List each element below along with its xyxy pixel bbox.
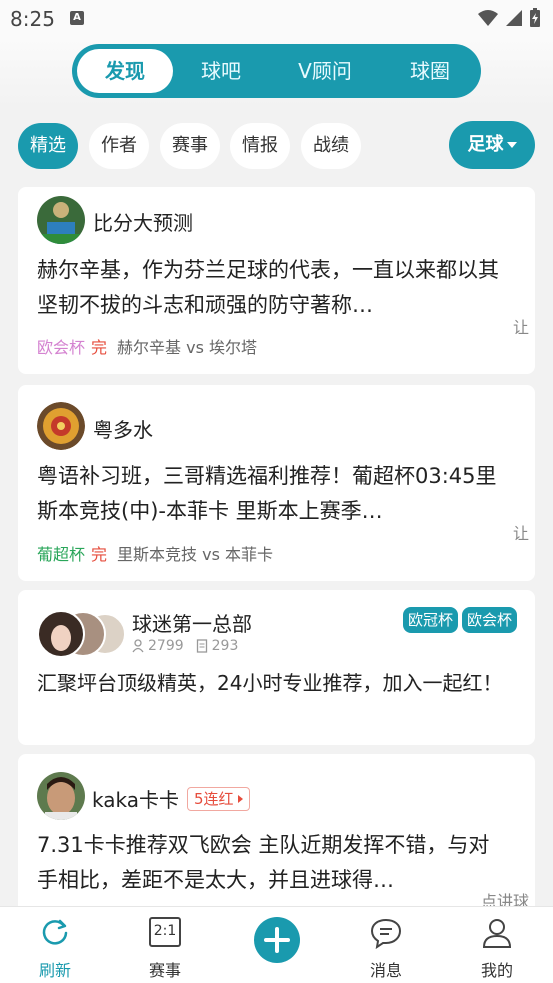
feed-card[interactable]: 比分大预测 赫尔辛基，作为芬兰足球的代表，一直以来都以其坚韧不拔的斗志和顽强的防… bbox=[18, 187, 535, 374]
plus-icon bbox=[264, 927, 290, 953]
tab-circle[interactable]: 球圈 bbox=[385, 44, 475, 98]
person-icon bbox=[482, 919, 512, 948]
nav-profile[interactable]: 我的 bbox=[442, 907, 552, 983]
author-name[interactable]: 粤多水 bbox=[93, 414, 153, 443]
feed-card[interactable]: 粤多水 粤语补习班，三哥精选福利推荐！葡超杯03:45里斯本竞技(中)-本菲卡 … bbox=[18, 385, 535, 581]
triangle-right-icon bbox=[238, 795, 244, 803]
nav-refresh-label: 刷新 bbox=[38, 961, 71, 980]
sport-selector-label: 足球 bbox=[467, 134, 504, 155]
status-time: 8:25 bbox=[10, 7, 55, 31]
refresh-icon bbox=[42, 919, 68, 945]
post-title[interactable]: 7.31卡卡推荐双飞欧会 主队近期发挥不错，与对手相比，差距不是太大，并且进球得… bbox=[37, 828, 507, 898]
top-tab-bar: 发现 球吧 V顾问 球圈 bbox=[72, 44, 481, 98]
nav-profile-label: 我的 bbox=[480, 961, 513, 980]
filter-featured[interactable]: 精选 bbox=[18, 123, 78, 169]
fans-count: 2799 bbox=[148, 638, 184, 654]
nav-matches[interactable]: 2:1 赛事 bbox=[110, 907, 220, 983]
status-bar: 8:25 A bbox=[0, 0, 553, 38]
status-icons bbox=[477, 8, 541, 28]
user-icon bbox=[132, 639, 144, 653]
sport-selector-button[interactable]: 足球 bbox=[449, 121, 535, 169]
tab-forum[interactable]: 球吧 bbox=[176, 44, 266, 98]
author-name[interactable]: kaka卡卡 bbox=[92, 784, 179, 813]
chat-bubble-icon bbox=[370, 918, 402, 949]
caret-down-icon bbox=[506, 142, 517, 148]
group-stats: 2799 293 bbox=[132, 638, 238, 654]
document-icon bbox=[196, 639, 207, 653]
match-teams: 里斯本竞技 vs 本菲卡 bbox=[117, 545, 274, 564]
nav-messages-label: 消息 bbox=[369, 961, 402, 980]
posts-count: 293 bbox=[211, 638, 239, 654]
feed-card[interactable]: 球迷第一总部 2799 293 欧冠杯 欧会杯 汇聚坪台顶级精英，24小时专业推荐… bbox=[18, 590, 535, 745]
notification-app-icon: A bbox=[70, 11, 84, 25]
match-state: 完 bbox=[91, 338, 108, 357]
post-title[interactable]: 赫尔辛基，作为芬兰足球的代表，一直以来都以其坚韧不拔的斗志和顽强的防守著称… bbox=[37, 253, 507, 323]
league-tags: 欧冠杯 欧会杯 bbox=[399, 607, 517, 633]
league-tag[interactable]: 欧会杯 bbox=[461, 607, 517, 633]
tab-v-advisor[interactable]: V顾问 bbox=[280, 44, 370, 98]
author-avatar[interactable] bbox=[37, 402, 85, 450]
filter-authors[interactable]: 作者 bbox=[89, 123, 149, 169]
group-name[interactable]: 球迷第一总部 bbox=[132, 608, 252, 637]
play-type-tag: 让 bbox=[512, 524, 529, 543]
tab-discover[interactable]: 发现 bbox=[77, 49, 173, 93]
group-avatars[interactable] bbox=[37, 610, 127, 658]
league-label: 葡超杯 bbox=[37, 545, 86, 564]
match-state: 完 bbox=[91, 545, 108, 564]
filter-records[interactable]: 战绩 bbox=[301, 123, 361, 169]
group-description[interactable]: 汇聚坪台顶级精英，24小时专业推荐，加入一起红！ bbox=[37, 666, 507, 736]
scoreboard-icon: 2:1 bbox=[149, 917, 181, 947]
league-label: 欧会杯 bbox=[37, 338, 86, 357]
battery-charging-icon bbox=[530, 8, 540, 27]
author-row: kaka卡卡 5连红 bbox=[92, 784, 251, 813]
match-teams: 赫尔辛基 vs 埃尔塔 bbox=[117, 338, 258, 357]
filter-matches[interactable]: 赛事 bbox=[160, 123, 220, 169]
author-name[interactable]: 比分大预测 bbox=[93, 207, 193, 236]
nav-matches-label: 赛事 bbox=[148, 961, 181, 980]
league-tag[interactable]: 欧冠杯 bbox=[402, 607, 458, 633]
play-type-tag: 点讲球 bbox=[480, 892, 529, 906]
match-meta: 葡超杯完里斯本竞技 vs 本菲卡 bbox=[37, 541, 273, 565]
play-type-tag: 让 bbox=[512, 318, 529, 337]
wifi-icon bbox=[478, 10, 498, 26]
author-avatar[interactable] bbox=[37, 772, 85, 820]
filter-bar: 精选 作者 赛事 情报 战绩 足球 bbox=[18, 121, 535, 171]
streak-label: 5连红 bbox=[193, 789, 234, 808]
streak-badge: 5连红 bbox=[186, 786, 251, 811]
author-avatar[interactable] bbox=[37, 196, 85, 244]
filter-intel[interactable]: 情报 bbox=[230, 123, 290, 169]
nav-refresh[interactable]: 刷新 bbox=[0, 907, 110, 983]
create-post-button[interactable] bbox=[254, 917, 300, 963]
signal-icon bbox=[506, 10, 522, 26]
feed-card[interactable]: kaka卡卡 5连红 7.31卡卡推荐双飞欧会 主队近期发挥不错，与对手相比，差… bbox=[18, 754, 535, 906]
post-title[interactable]: 粤语补习班，三哥精选福利推荐！葡超杯03:45里斯本竞技(中)-本菲卡 里斯本上… bbox=[37, 459, 507, 529]
match-meta: 欧会杯完赫尔辛基 vs 埃尔塔 bbox=[37, 334, 257, 358]
nav-messages[interactable]: 消息 bbox=[331, 907, 441, 983]
